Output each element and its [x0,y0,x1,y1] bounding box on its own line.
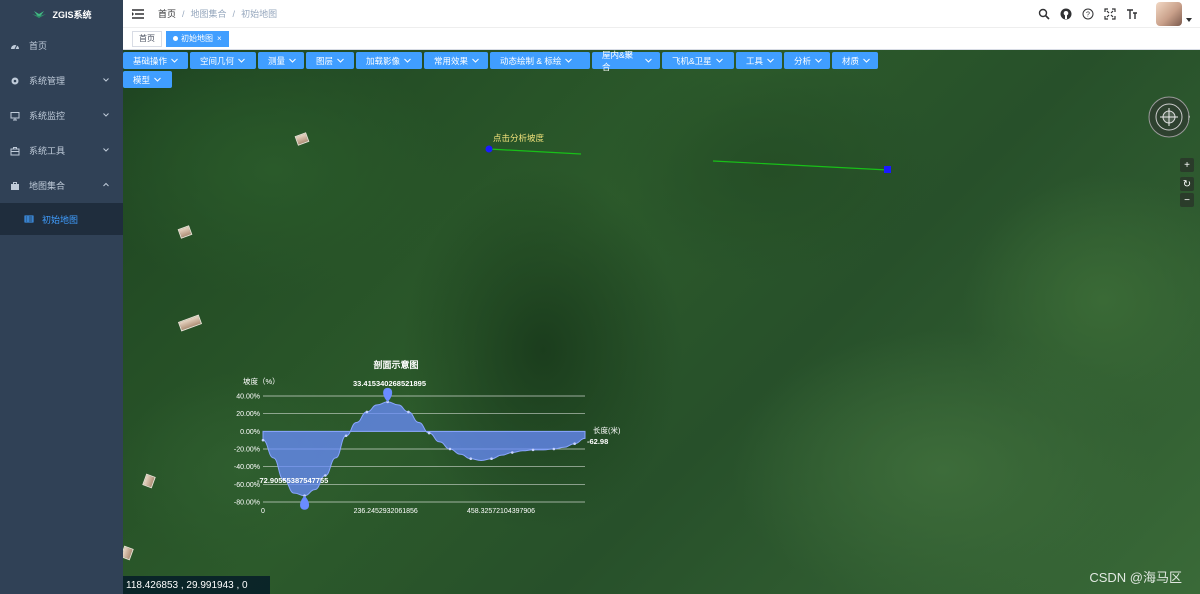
breadcrumb-separator: / [182,8,185,19]
breadcrumb: 首页 / 地图集合 / 初始地图 [158,7,277,20]
breadcrumb-item[interactable]: 地图集合 [191,7,227,20]
chart-min-label: -72.90555387547755 [257,476,328,485]
chart-max-marker [383,387,393,402]
tags-view: 首页 初始地图 × [123,28,1200,50]
chart-max-label: 33.415340268521895 [353,379,426,388]
chart-point [365,410,369,414]
sidebar-item-label: 系统监控 [29,111,66,121]
sidebar-subitem-label: 初始地图 [42,214,79,225]
sidebar-item-system-monitor[interactable]: 系统监控 [0,98,123,133]
zoom-reset-button[interactable]: ↻ [1180,177,1194,191]
chart-y-tick: 40.00% [236,394,260,401]
chart-point [573,442,576,445]
watermark: CSDN @海马区 [1089,570,1182,585]
chevron-down-icon [103,113,109,117]
slope-line [712,160,889,171]
sidebar-item-system-tools[interactable]: 系统工具 [0,133,123,168]
svg-text:N: N [1188,116,1190,122]
breadcrumb-separator: / [232,8,236,19]
chart-point [427,431,431,435]
search-icon[interactable] [1038,8,1050,20]
chart-point [407,410,410,414]
chart-y-label: 坡度（%） [243,376,280,386]
active-dot [173,36,178,41]
logo-icon [32,11,47,18]
monitor-icon [10,111,20,120]
navbar: 首页 / 地图集合 / 初始地图 ? [123,0,1200,28]
sidebar-item-label: 首页 [29,41,48,51]
chart-x-label: 长度(米) [593,425,621,435]
compass-icon[interactable]: N [1148,96,1190,138]
slope-profile-chart: 剖面示意图 坡度（%） 长度(米) 40.00% 20.00% 0.00% -20.0… [234,359,621,515]
sidebar: ZGIS系统 首页 系统管理 系统监控 系统工具 地图集合 初始地图 [0,0,123,594]
chevron-up-icon [103,182,109,187]
chart-x-tick: 458.32572104397906 [467,508,535,515]
slope-hint-label: 点击分析坡度 [493,133,545,143]
sidebar-item-home[interactable]: 首页 [0,28,123,63]
github-icon[interactable] [1060,8,1072,20]
dashboard-icon [11,44,19,49]
breadcrumb-item: 初始地图 [241,9,278,19]
close-icon[interactable]: × [217,34,222,43]
app-title: ZGIS系统 [52,9,92,20]
chart-y-tick: 20.00% [236,411,260,418]
slope-line [488,148,582,155]
sidebar-item-system-management[interactable]: 系统管理 [0,63,123,98]
breadcrumb-item[interactable]: 首页 [158,7,176,20]
gear-icon [11,77,19,84]
chart-end-label: -62.98 [587,437,608,446]
hamburger-icon[interactable] [131,8,145,20]
chart-point [261,438,265,442]
tag-label: 初始地图 [181,34,213,43]
toolbox-icon [10,146,20,155]
navbar-actions: ? [1038,0,1200,28]
chart-point [448,447,452,451]
map-viewer[interactable]: 基础操作 空间几何 测量 图层 加载影像 常用效果 动态绘制 & 标绘 屋内&聚… [123,50,1200,594]
slope-start-point[interactable] [485,145,493,153]
chart-point [510,451,514,454]
chart-y-tick: 0.00% [240,429,260,436]
chart-point [490,457,493,461]
chart-x-tick: 236.2452932061856 [354,508,418,515]
svg-text:?: ? [1086,12,1090,19]
font-size-icon[interactable] [1126,8,1138,20]
chevron-down-icon [103,148,109,152]
chevron-down-icon [103,78,109,82]
chart-min-marker [300,495,310,510]
sidebar-subitem-initial-map[interactable]: 初始地图 [0,203,123,235]
chart-point [531,448,535,452]
chart-y-tick: -20.00% [234,447,260,454]
chart-point [344,434,348,438]
chart-title: 剖面示意图 [373,359,418,370]
fullscreen-icon[interactable] [1104,8,1116,20]
sidebar-item-label: 系统工具 [29,146,66,156]
question-icon[interactable]: ? [1082,8,1094,20]
caret-down-icon [1186,18,1192,22]
chart-point [552,447,556,451]
app-logo[interactable]: ZGIS系统 [0,0,123,28]
zoom-out-button[interactable]: − [1180,193,1194,207]
chart-x-tick: 0 [261,508,265,515]
tag-label: 首页 [139,34,155,43]
table-icon [24,215,34,223]
chart-y-tick: -80.00% [234,500,260,507]
coordinates-readout: 118.426853 , 29.991943 , 0 [123,576,270,594]
sidebar-item-map-collection[interactable]: 地图集合 [0,168,123,203]
chart-point [469,457,473,461]
tag-initial-map[interactable]: 初始地图 × [166,30,229,47]
sidebar-item-label: 地图集合 [29,181,66,191]
tag-home[interactable]: 首页 [132,30,162,47]
avatar[interactable] [1156,2,1192,26]
zoom-in-button[interactable]: + [1180,158,1194,172]
briefcase-icon [11,181,19,190]
slope-end-point[interactable] [884,166,891,173]
chart-y-tick: -40.00% [234,464,260,471]
sidebar-item-label: 系统管理 [29,76,66,86]
